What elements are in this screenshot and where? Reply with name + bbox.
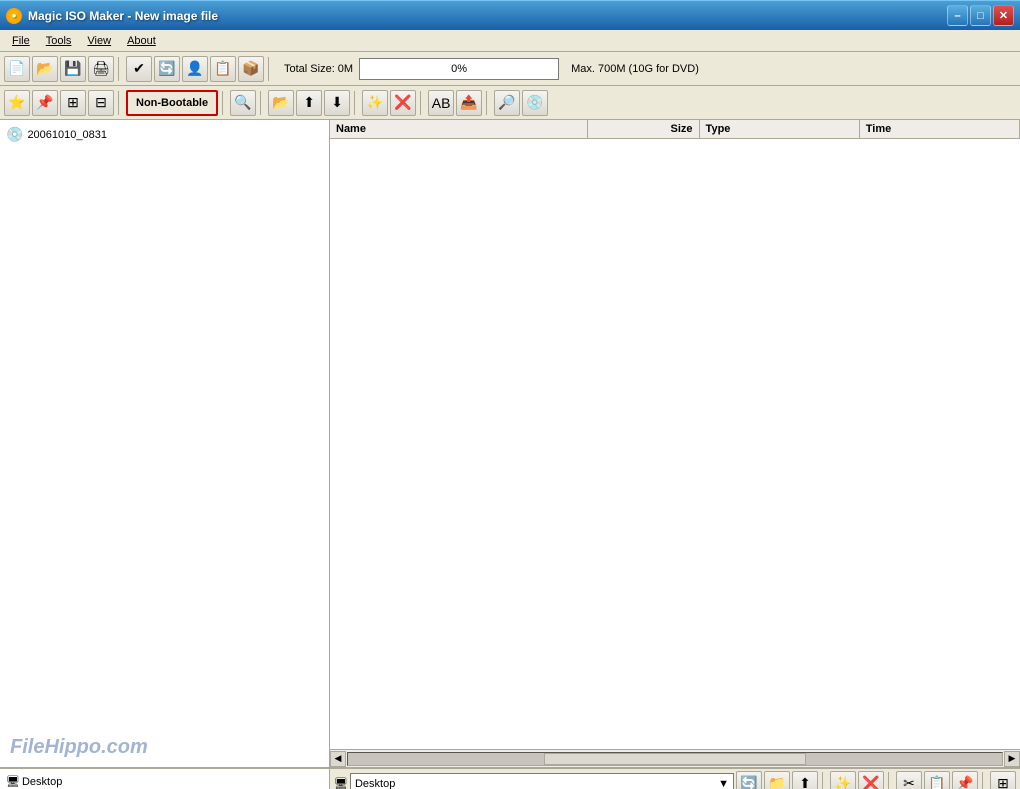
save-button[interactable]: 💾 <box>60 56 86 82</box>
print-button[interactable]: 🖨 <box>88 56 114 82</box>
tb2-search[interactable]: 🔎 <box>494 90 520 116</box>
path-view[interactable]: ⊞ <box>990 771 1016 789</box>
sep8 <box>486 91 490 115</box>
sep10 <box>888 772 892 789</box>
iso-root-item[interactable]: 💿 20061010_0831 <box>4 124 325 145</box>
menu-file[interactable]: File <box>4 33 38 49</box>
tb2-rename[interactable]: AB <box>428 90 454 116</box>
tb2-folder-open[interactable]: 📂 <box>268 90 294 116</box>
file-browser: 🖥 Desktop – 📁 My Documents + 📁 Axialis L… <box>0 767 1020 789</box>
tb2-folder-down[interactable]: ⬇ <box>324 90 350 116</box>
iso-tree-pane: 💿 20061010_0831 <box>0 120 330 767</box>
path-new2[interactable]: ✨ <box>830 771 856 789</box>
path-value: Desktop <box>355 778 395 789</box>
file-content-pane: 🖥 Desktop ▼ 🔄 📁 ⬆ ✨ ❌ ✂ 📋 📌 ⊞ <box>330 769 1020 789</box>
sep1 <box>118 57 122 81</box>
iso-content-pane: Name Size Type Time ◀ ▶ <box>330 120 1020 767</box>
toolbar-main: 📄 📂 💾 🖨 ✔ 🔄 👤 📋 📦 Total Size: 0M 0% Max.… <box>0 52 1020 86</box>
tb2-find[interactable]: 🔍 <box>230 90 256 116</box>
tb2-folder-up[interactable]: ⬆ <box>296 90 322 116</box>
menu-bar: File Tools View About <box>0 30 1020 52</box>
tb2-boot[interactable]: 💿 <box>522 90 548 116</box>
progress-bar: 0% <box>359 58 559 80</box>
new-button[interactable]: 📄 <box>4 56 30 82</box>
tb2-extract[interactable]: 📤 <box>456 90 482 116</box>
refresh-button[interactable]: 🔄 <box>154 56 180 82</box>
sep4 <box>222 91 226 115</box>
minimize-button[interactable]: – <box>947 5 968 26</box>
toolbar-secondary: ⭐ 📌 ⊞ ⊟ Non-Bootable 🔍 📂 ⬆ ⬇ ✨ ❌ AB 📤 🔎 … <box>0 86 1020 120</box>
sep7 <box>420 91 424 115</box>
path-paste[interactable]: 📌 <box>952 771 978 789</box>
path-icon: 🖥 <box>334 777 348 789</box>
progress-max-label: Max. 700M (10G for DVD) <box>571 63 699 75</box>
tb2-btn2[interactable]: 📌 <box>32 90 58 116</box>
progress-text: 0% <box>451 63 467 75</box>
desktop-icon: 🖥 <box>6 775 20 788</box>
col-type[interactable]: Type <box>700 120 860 138</box>
disk-icon: 💿 <box>6 126 23 143</box>
user-button[interactable]: 👤 <box>182 56 208 82</box>
sep9 <box>822 772 826 789</box>
sep5 <box>260 91 264 115</box>
open-button[interactable]: 📂 <box>32 56 58 82</box>
path-folder-new[interactable]: 📁 <box>764 771 790 789</box>
package-button[interactable]: 📦 <box>238 56 264 82</box>
iso-content-header: Name Size Type Time <box>330 120 1020 139</box>
clipboard-button[interactable]: 📋 <box>210 56 236 82</box>
app-icon: ● <box>6 8 22 24</box>
path-up[interactable]: ⬆ <box>792 771 818 789</box>
tree-desktop[interactable]: 🖥 Desktop <box>4 773 325 789</box>
h-scroll-right[interactable]: ▶ <box>1004 751 1020 767</box>
sep2 <box>268 57 272 81</box>
h-scrollbar[interactable]: ◀ ▶ <box>330 749 1020 767</box>
iso-root-label: 20061010_0831 <box>27 129 107 141</box>
check-button[interactable]: ✔ <box>126 56 152 82</box>
main-area: 💿 20061010_0831 Name Size Type Time ◀ ▶ <box>0 120 1020 767</box>
title-bar: ● Magic ISO Maker - New image file – □ ✕ <box>0 0 1020 30</box>
file-tree-pane: 🖥 Desktop – 📁 My Documents + 📁 Axialis L… <box>0 769 330 789</box>
sep3 <box>118 91 122 115</box>
tb2-btn3[interactable]: ⊞ <box>60 90 86 116</box>
tb2-delete[interactable]: ❌ <box>390 90 416 116</box>
path-dropdown[interactable]: Desktop ▼ <box>350 773 734 789</box>
path-delete[interactable]: ❌ <box>858 771 884 789</box>
progress-area: Total Size: 0M 0% Max. 700M (10G for DVD… <box>284 58 1016 80</box>
tb2-btn4[interactable]: ⊟ <box>88 90 114 116</box>
path-cut[interactable]: ✂ <box>896 771 922 789</box>
h-scroll-track[interactable] <box>347 752 1003 766</box>
h-scroll-thumb[interactable] <box>544 753 806 765</box>
tb2-btn1[interactable]: ⭐ <box>4 90 30 116</box>
maximize-button[interactable]: □ <box>970 5 991 26</box>
iso-content-area <box>330 139 1020 749</box>
dropdown-arrow: ▼ <box>718 778 729 789</box>
total-size-label: Total Size: 0M <box>284 63 353 75</box>
sep6 <box>354 91 358 115</box>
sep11 <box>982 772 986 789</box>
menu-view[interactable]: View <box>79 33 119 49</box>
col-size[interactable]: Size <box>588 120 699 138</box>
path-go[interactable]: 🔄 <box>736 771 762 789</box>
title-text: Magic ISO Maker - New image file <box>28 9 218 23</box>
tb2-new-folder[interactable]: ✨ <box>362 90 388 116</box>
h-scroll-left[interactable]: ◀ <box>330 751 346 767</box>
menu-tools[interactable]: Tools <box>38 33 80 49</box>
path-copy[interactable]: 📋 <box>924 771 950 789</box>
menu-about[interactable]: About <box>119 33 164 49</box>
col-time[interactable]: Time <box>860 120 1020 138</box>
non-bootable-button[interactable]: Non-Bootable <box>126 90 218 116</box>
file-toolbar: 🖥 Desktop ▼ 🔄 📁 ⬆ ✨ ❌ ✂ 📋 📌 ⊞ <box>330 769 1020 789</box>
desktop-label: Desktop <box>22 776 62 788</box>
window-controls: – □ ✕ <box>947 5 1014 26</box>
close-button[interactable]: ✕ <box>993 5 1014 26</box>
col-name[interactable]: Name <box>330 120 588 138</box>
